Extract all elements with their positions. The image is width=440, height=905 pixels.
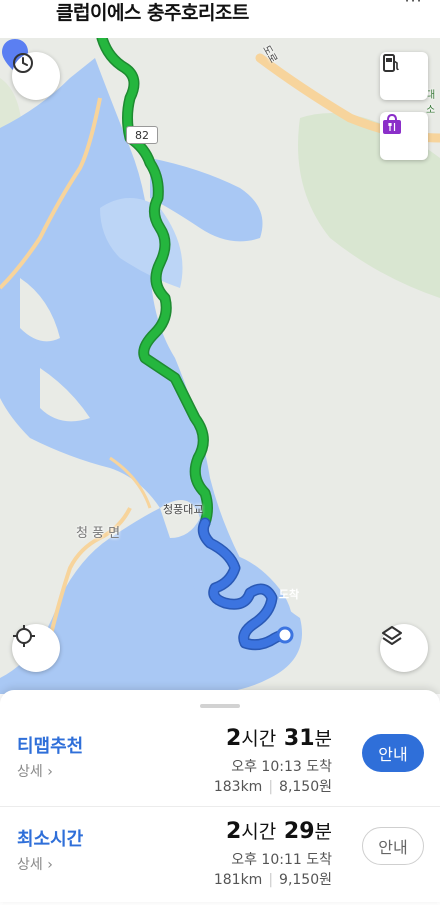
route-duration: 2시간 29분 xyxy=(226,817,332,844)
more-dots-icon[interactable]: ⋯ xyxy=(404,0,422,11)
clock-icon xyxy=(13,53,33,73)
route-option-fastest[interactable]: 최소시간 상세 › 2시간 29분 오후 10:11 도착 181km | 9,15… xyxy=(0,806,440,905)
route-name: 티맵추천 xyxy=(17,736,84,757)
map-canvas xyxy=(0,38,440,694)
duration-minutes-unit: 분 xyxy=(314,821,332,843)
header: 클럽이에스 충주호리조트 ⋯ xyxy=(0,0,440,38)
route-arrival: 오후 10:13 도착 xyxy=(231,759,332,775)
layers-button[interactable] xyxy=(380,624,428,672)
duration-minutes: 29 xyxy=(283,819,315,844)
road-number-shield: 82 xyxy=(126,126,158,144)
start-guidance-button[interactable]: 안내 xyxy=(362,734,424,772)
route-option-recommended[interactable]: 티맵추천 상세 › 2시간 31분 오후 10:13 도착 183km | 8,15… xyxy=(0,714,440,812)
route-toll: 8,150원 xyxy=(279,779,332,795)
map-view[interactable]: 82 청풍대교 청 풍 면 도로 대소 도착 xyxy=(0,38,440,694)
food-button[interactable] xyxy=(380,112,428,160)
sheet-handle[interactable] xyxy=(200,704,240,708)
route-name: 최소시간 xyxy=(17,829,84,850)
separator: | xyxy=(268,779,274,795)
layers-icon xyxy=(382,626,402,645)
route-distance-toll: 183km | 8,150원 xyxy=(214,776,332,796)
bridge-label: 청풍대교 xyxy=(163,503,204,516)
history-button[interactable] xyxy=(12,52,60,100)
route-duration: 2시간 31분 xyxy=(226,724,332,751)
route-detail-label: 상세 xyxy=(17,764,43,780)
duration-minutes: 31 xyxy=(283,726,315,751)
route-distance: 183km xyxy=(213,779,263,795)
duration-hours-unit: 시간 xyxy=(241,821,277,843)
header-title: 클럽이에스 충주호리조트 xyxy=(56,2,249,24)
crosshair-icon xyxy=(13,625,35,647)
locate-button[interactable] xyxy=(12,624,60,672)
food-icon xyxy=(383,113,401,134)
chevron-right-icon: › xyxy=(42,764,53,780)
separator: | xyxy=(268,872,274,888)
edge-place-label: 대소 xyxy=(426,90,436,116)
chevron-right-icon: › xyxy=(42,857,53,873)
route-distance-toll: 181km | 9,150원 xyxy=(214,869,332,889)
route-detail-label: 상세 xyxy=(17,857,43,873)
route-toll: 9,150원 xyxy=(279,872,332,888)
duration-hours: 2 xyxy=(225,726,242,751)
route-distance: 181km xyxy=(213,872,263,888)
duration-hours-unit: 시간 xyxy=(241,728,277,750)
town-label: 청 풍 면 xyxy=(76,526,121,541)
route-detail-link[interactable]: 상세 › xyxy=(17,854,53,874)
route-arrival: 오후 10:11 도착 xyxy=(231,852,332,868)
duration-minutes-unit: 분 xyxy=(314,728,332,750)
destination-label: 도착 xyxy=(278,588,300,601)
route-sheet: 티맵추천 상세 › 2시간 31분 오후 10:13 도착 183km | 8,15… xyxy=(0,690,440,902)
gas-station-icon xyxy=(383,54,399,72)
start-guidance-button[interactable]: 안내 xyxy=(362,827,424,865)
gas-station-button[interactable] xyxy=(380,52,428,100)
duration-hours: 2 xyxy=(225,819,242,844)
route-detail-link[interactable]: 상세 › xyxy=(17,761,53,781)
